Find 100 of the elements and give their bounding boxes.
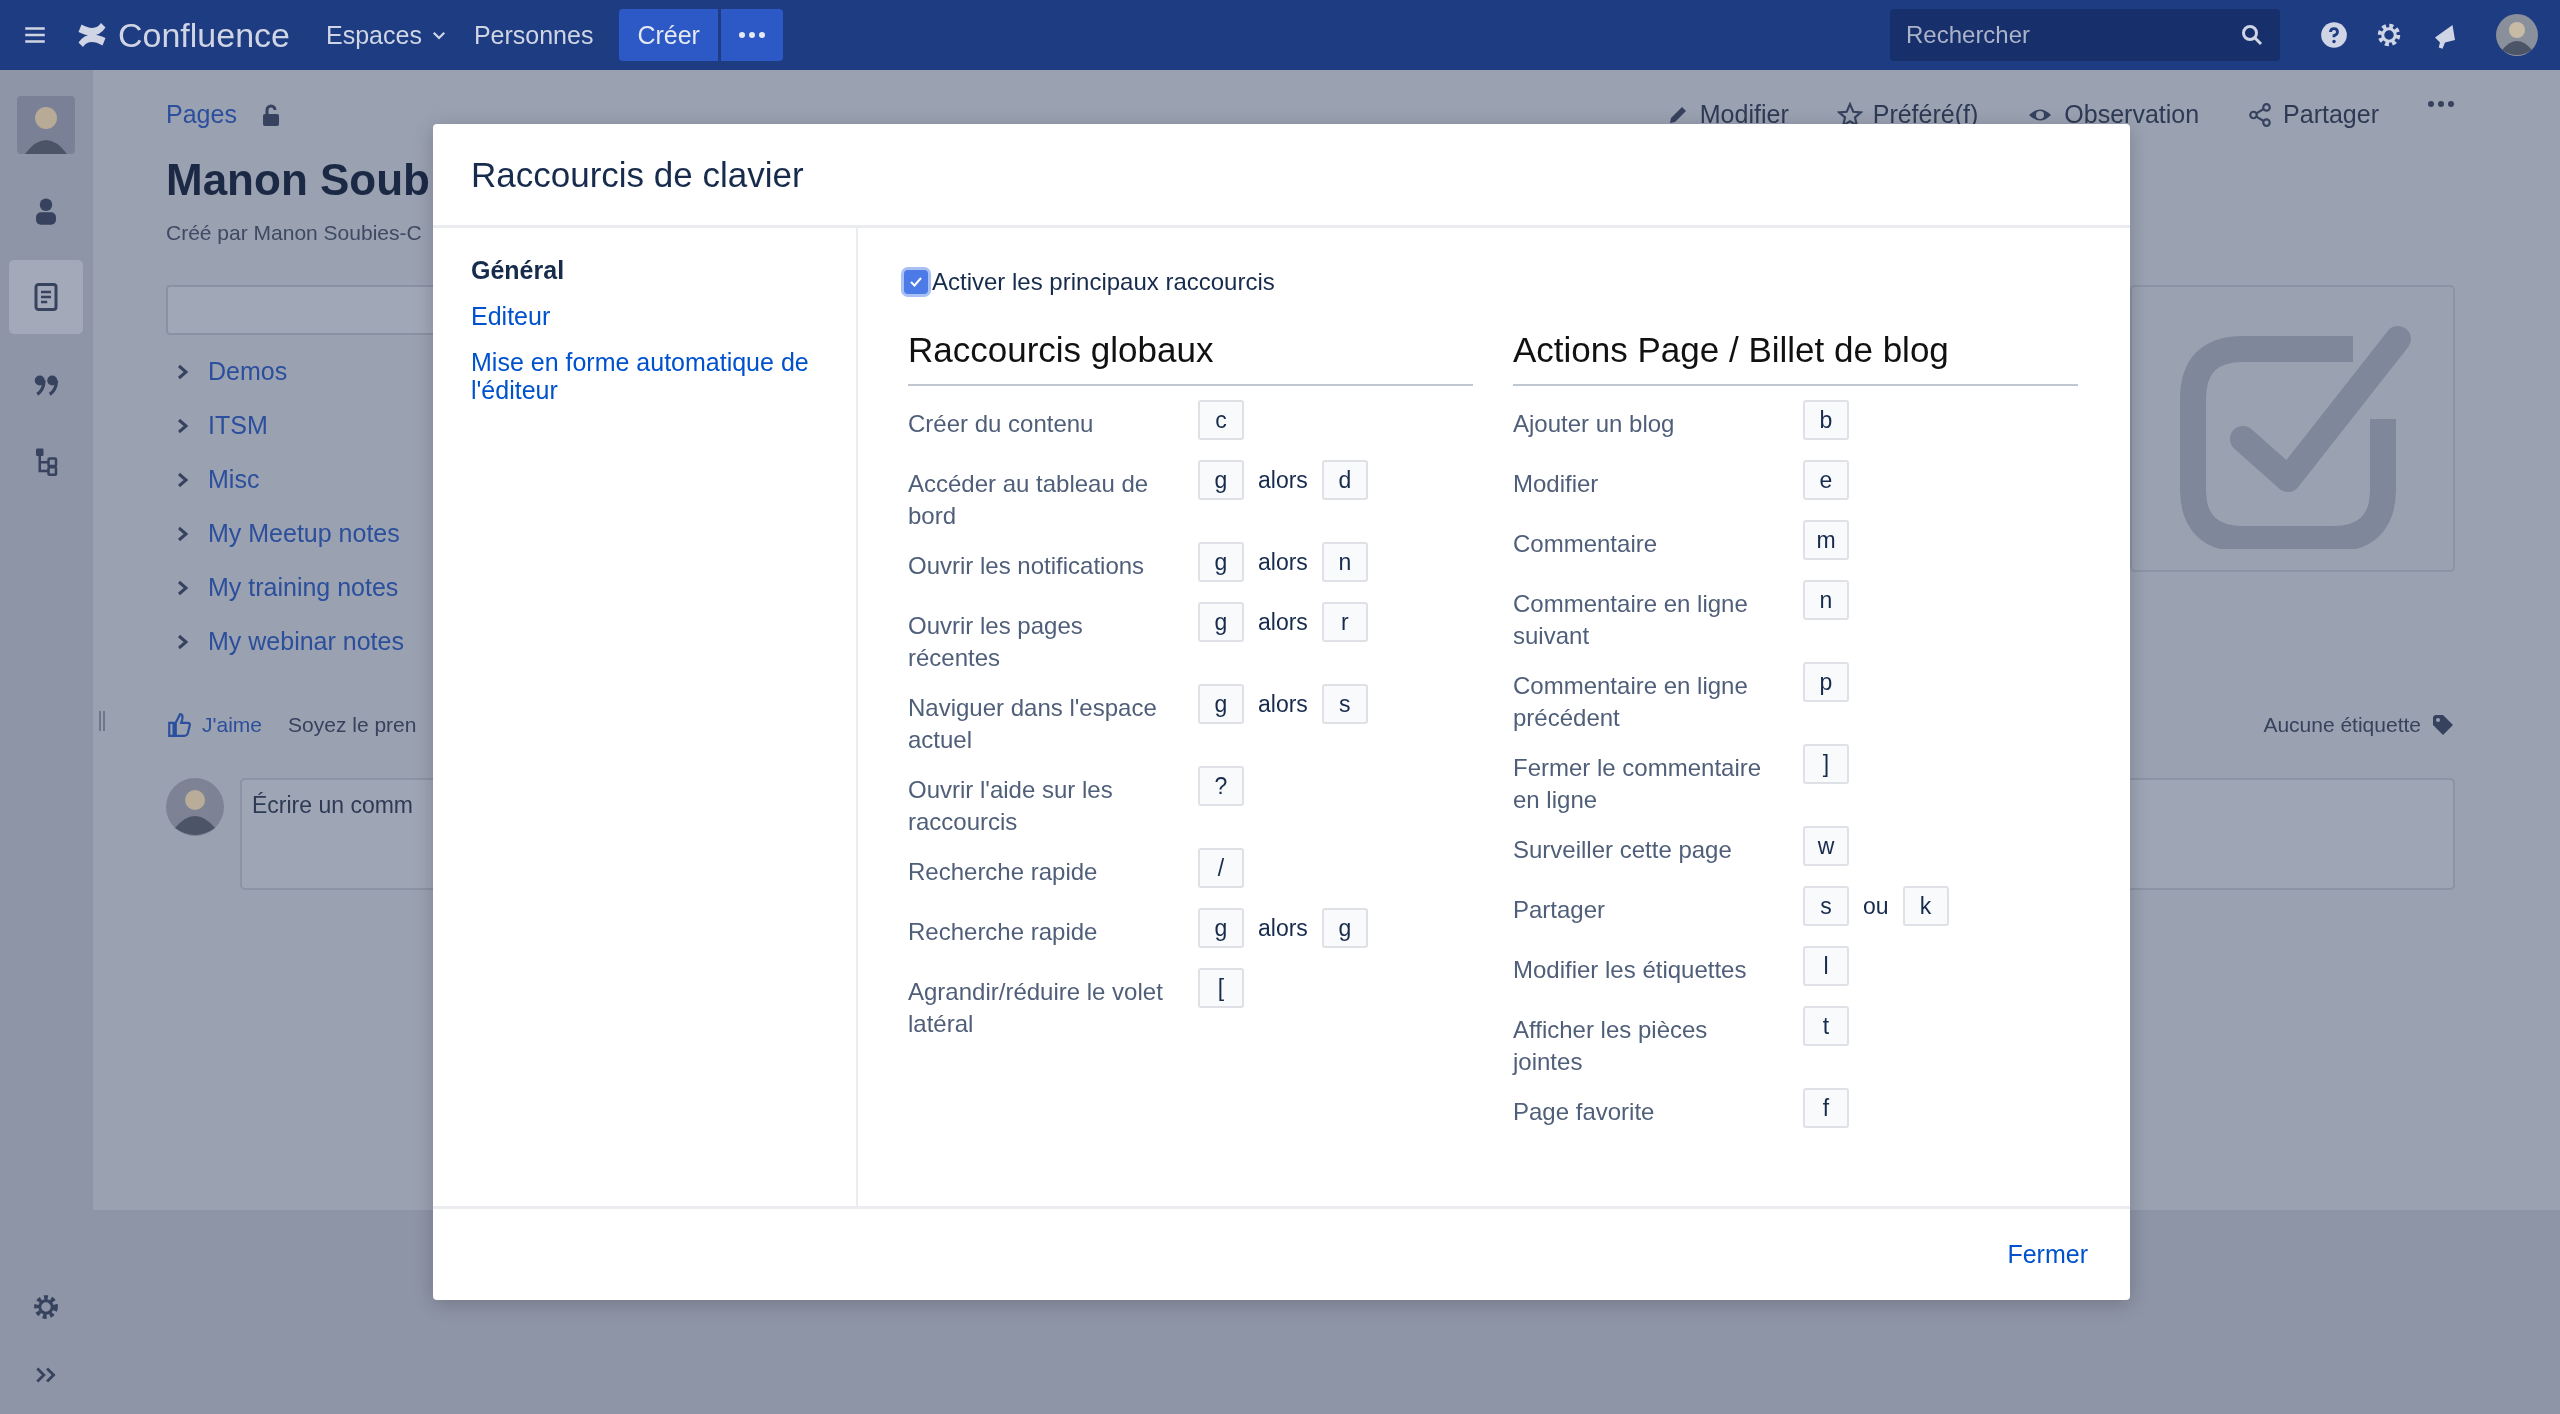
page-byline: Créé par Manon Soubies-C (166, 221, 422, 245)
tree-item[interactable]: ITSM (208, 411, 268, 440)
page-action[interactable]: Observation (2026, 100, 2200, 129)
key-cap: l (1803, 946, 1849, 986)
avatar-icon[interactable] (2496, 14, 2538, 56)
like-note: Soyez le pren (288, 713, 417, 737)
resize-handle-icon (97, 710, 107, 732)
key-cap: g (1198, 602, 1244, 642)
avatar-icon (166, 778, 224, 836)
search-field[interactable]: Rechercher (1890, 9, 2280, 61)
dialog-nav-item[interactable]: Mise en forme automatique de l'éditeur (471, 348, 818, 404)
thumbs-up-icon (166, 712, 192, 738)
help-icon (2320, 21, 2348, 49)
shortcut-label: Accéder au tableau de bord (908, 469, 1150, 531)
key-joiner: alors (1258, 914, 1308, 943)
chevron-right-icon (176, 470, 190, 489)
sidebar-item[interactable] (9, 260, 83, 334)
key-cap: g (1198, 684, 1244, 724)
search-icon (2240, 23, 2264, 47)
key-joiner: alors (1258, 466, 1308, 495)
shortcut-label: Créer du contenu (908, 409, 1095, 439)
key-cap: r (1321, 602, 1368, 642)
shortcut-label: Commentaire en ligne suivant (1513, 589, 1749, 651)
shortcut-label: Commentaire (1513, 529, 1659, 559)
key-cap: n (1321, 542, 1368, 582)
key-cap: n (1803, 580, 1849, 620)
key-joiner: alors (1258, 608, 1308, 637)
page-title: Manon Soub (166, 155, 430, 205)
page-action[interactable]: Préféré(f) (1836, 100, 1979, 129)
dialog-nav-item[interactable]: Général (471, 256, 818, 284)
more-button[interactable] (720, 9, 783, 61)
chevron-right-icon (176, 362, 190, 381)
key-cap: p (1803, 662, 1849, 702)
breadcrumb-link[interactable]: Pages (166, 100, 237, 129)
shortcut-label: Modifier les étiquettes (1513, 955, 1748, 985)
key-cap: g (1198, 542, 1244, 582)
key-cap: g (1198, 908, 1244, 948)
shortcut-label: Modifier (1513, 469, 1600, 499)
shortcut-label: Naviguer dans l'espace actuel (908, 693, 1158, 755)
key-cap: / (1198, 848, 1244, 888)
key-cap: ? (1198, 766, 1244, 806)
nav-menu[interactable]: Personnes (473, 20, 594, 50)
key-cap: s (1803, 886, 1849, 926)
create-button[interactable]: Créer (619, 9, 718, 61)
chevron-right-icon (176, 524, 190, 543)
app-name: Confluence (118, 15, 290, 55)
key-joiner: ou (1863, 892, 1889, 921)
tree-item[interactable]: My training notes (208, 573, 399, 602)
shortcut-label: Surveiller cette page (1513, 835, 1733, 865)
sidebar-item[interactable] (17, 96, 75, 154)
nav-menu[interactable]: Espaces (326, 20, 448, 50)
page-action[interactable]: Modifier (1665, 100, 1789, 129)
key-cap: w (1803, 826, 1849, 866)
tree-item[interactable]: My webinar notes (208, 627, 404, 656)
key-cap: s (1321, 684, 1368, 724)
tree-item[interactable]: My Meetup notes (208, 519, 400, 548)
shortcut-label: Partager (1513, 895, 1607, 925)
key-cap: c (1198, 400, 1244, 440)
more-icon (737, 31, 766, 39)
tag-icon (2431, 713, 2455, 737)
section-heading: Raccourcis globaux (908, 330, 1473, 386)
like-button[interactable]: J'aime (166, 712, 263, 738)
labels-text: Aucune étiquette (2263, 713, 2421, 737)
shortcut-label: Agrandir/réduire le volet latéral (908, 977, 1164, 1039)
more-icon (2427, 100, 2455, 108)
key-joiner: alors (1258, 690, 1308, 719)
key-joiner: alors (1258, 548, 1308, 577)
key-cap: g (1321, 908, 1368, 948)
shortcut-label: Ouvrir les pages récentes (908, 611, 1084, 673)
shortcut-label: Page favorite (1513, 1097, 1656, 1127)
key-cap: d (1321, 460, 1368, 500)
shortcut-label: Commentaire en ligne précédent (1513, 671, 1749, 733)
key-cap: [ (1198, 968, 1244, 1008)
settings-icon (31, 1292, 61, 1322)
shortcut-label: Recherche rapide (908, 857, 1099, 887)
checkbox-label[interactable]: Activer les principaux raccourcis (932, 268, 1275, 296)
chevron-right-icon (176, 578, 190, 597)
close-button[interactable]: Fermer (2001, 1234, 2094, 1275)
dialog-nav-item[interactable]: Editeur (471, 302, 818, 330)
shortcut-label: Ouvrir les notifications (908, 551, 1146, 581)
key-cap: g (1198, 460, 1244, 500)
key-cap: f (1803, 1088, 1849, 1128)
tree-item[interactable]: Demos (208, 357, 288, 386)
key-cap: m (1803, 520, 1849, 560)
key-cap: t (1803, 1006, 1849, 1046)
dialog-title: Raccourcis de clavier (471, 154, 804, 195)
shortcut-label: Fermer le commentaire en ligne (1513, 753, 1763, 815)
shortcut-label: Afficher les pièces jointes (1513, 1015, 1709, 1077)
key-cap: ] (1803, 744, 1849, 784)
share-icon (2247, 101, 2274, 128)
shortcut-label: Ajouter un blog (1513, 409, 1676, 439)
shortcut-label: Recherche rapide (908, 917, 1099, 947)
checkbox[interactable] (904, 270, 928, 294)
chevron-right-icon (176, 632, 190, 651)
chevron-right-icon (176, 416, 190, 435)
key-cap: e (1803, 460, 1849, 500)
tree-item[interactable]: Misc (208, 465, 260, 494)
section-heading: Actions Page / Billet de blog (1513, 330, 2078, 386)
page-action[interactable]: Partager (2247, 100, 2379, 129)
key-cap: k (1902, 886, 1949, 926)
